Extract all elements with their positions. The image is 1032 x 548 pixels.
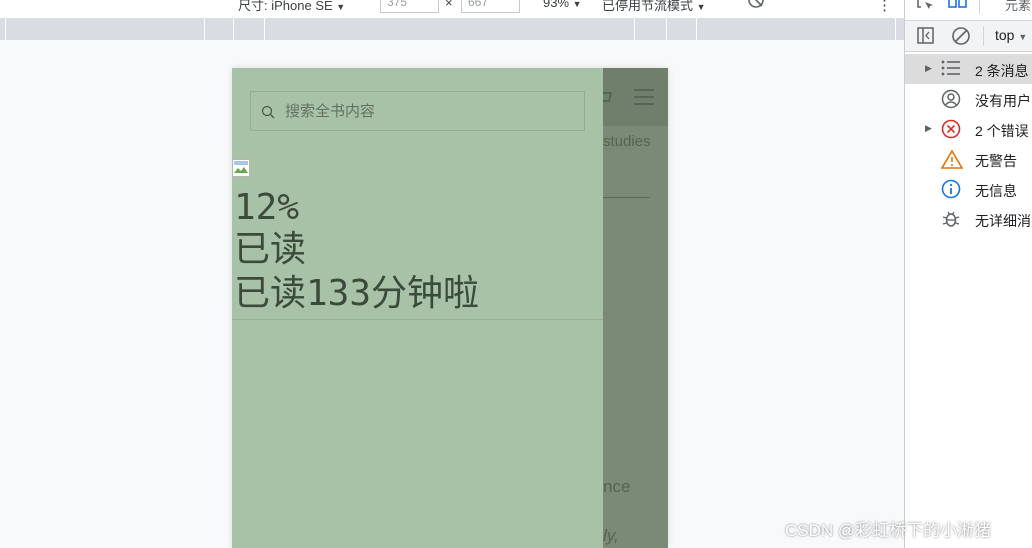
sidebar-item-user-messages[interactable]: 没有用户 xyxy=(905,84,1032,114)
device-toggle-icon[interactable] xyxy=(948,0,968,10)
width-value: 375 xyxy=(387,0,408,9)
read-minutes-text: 已读133分钟啦 xyxy=(234,273,480,314)
caret-down-icon: ▼ xyxy=(1018,32,1028,42)
device-select[interactable]: 尺寸: iPhone SE ▼ xyxy=(238,0,345,14)
search-input[interactable] xyxy=(285,92,575,130)
list-icon xyxy=(941,60,960,76)
sidebar-item-messages[interactable]: ▶ 2 条消息 xyxy=(905,54,1032,84)
behind-divider xyxy=(603,197,650,198)
height-value: 667 xyxy=(468,0,489,9)
more-menu-icon[interactable]: ⋮ xyxy=(877,0,892,14)
caret-down-icon: ▼ xyxy=(572,0,582,9)
search-icon xyxy=(261,105,275,119)
devtools-tabbar: 元素 xyxy=(905,0,1032,18)
behind-text: studies xyxy=(603,133,651,150)
throttle-select[interactable]: 已停用节流模式 ▼ xyxy=(602,0,706,14)
sidebar-item-warnings[interactable]: 无警告 xyxy=(905,144,1032,174)
broken-image-icon xyxy=(232,159,250,177)
drawer-divider xyxy=(232,319,603,320)
expand-arrow-icon[interactable]: ▶ xyxy=(925,123,932,134)
sidebar-item-label: 2 条消息 xyxy=(975,63,1029,79)
read-label: 已读 xyxy=(234,229,307,270)
reader-side-drawer: 12% 已读 已读133分钟啦 xyxy=(232,68,603,548)
sidebar-item-label: 无信息 xyxy=(975,183,1017,199)
context-select[interactable]: top ▼ xyxy=(995,27,1027,43)
warning-icon xyxy=(941,149,963,169)
sidebar-item-errors[interactable]: ▶ 2 个错误 xyxy=(905,114,1032,144)
tab-elements[interactable]: 元素 xyxy=(1005,0,1031,14)
error-icon xyxy=(941,119,961,139)
console-toolbar: top ▼ xyxy=(905,20,1032,52)
width-input[interactable]: 375 xyxy=(380,0,439,13)
info-icon xyxy=(941,179,961,199)
inspect-element-icon[interactable] xyxy=(917,0,935,10)
media-query-bar[interactable] xyxy=(0,18,904,40)
clear-console-icon[interactable] xyxy=(951,26,971,46)
rotate-icon[interactable] xyxy=(746,0,768,14)
sidebar-item-label: 2 个错误 xyxy=(975,123,1029,139)
sidebar-item-verbose[interactable]: 无详细消 xyxy=(905,204,1032,234)
caret-down-icon: ▼ xyxy=(696,2,706,12)
expand-arrow-icon[interactable]: ▶ xyxy=(925,63,932,74)
times-sign: × xyxy=(445,0,453,10)
throttle-label: 已停用节流模式 xyxy=(602,0,694,13)
context-value: top xyxy=(995,27,1015,43)
user-icon xyxy=(941,89,961,109)
menu-icon[interactable] xyxy=(633,87,655,107)
device-toolbar: 尺寸: iPhone SE ▼ 375 × 667 93% ▼ 已停用节流模式 … xyxy=(0,0,904,18)
sidebar-item-label: 没有用户 xyxy=(975,93,1031,109)
caret-down-icon: ▼ xyxy=(336,2,346,12)
devtools-panel: 元素 top ▼ ▶ 2 条消息 没有用户 ▶ 2 个错误 无警告 无信息 无详… xyxy=(904,0,1032,548)
device-label: 尺寸: iPhone SE xyxy=(238,0,333,13)
watermark: CSDN @彩虹桥下的小淅猪 xyxy=(785,521,992,540)
sidebar-item-label: 无警告 xyxy=(975,153,1017,169)
behind-text: nce xyxy=(603,477,631,496)
sidebar-toggle-icon[interactable] xyxy=(917,27,935,45)
bug-icon xyxy=(942,211,960,227)
behind-text: ly, xyxy=(603,526,619,545)
height-input[interactable]: 667 xyxy=(461,0,520,13)
progress-percent: 12% xyxy=(234,187,300,228)
search-box[interactable] xyxy=(250,91,585,131)
sidebar-item-info[interactable]: 无信息 xyxy=(905,174,1032,204)
zoom-select[interactable]: 93% ▼ xyxy=(543,0,582,10)
sidebar-item-label: 无详细消 xyxy=(975,213,1031,229)
zoom-label: 93% xyxy=(543,0,570,10)
device-viewport: studies nce ly, 12% 已读 已读133分钟啦 xyxy=(232,68,668,548)
